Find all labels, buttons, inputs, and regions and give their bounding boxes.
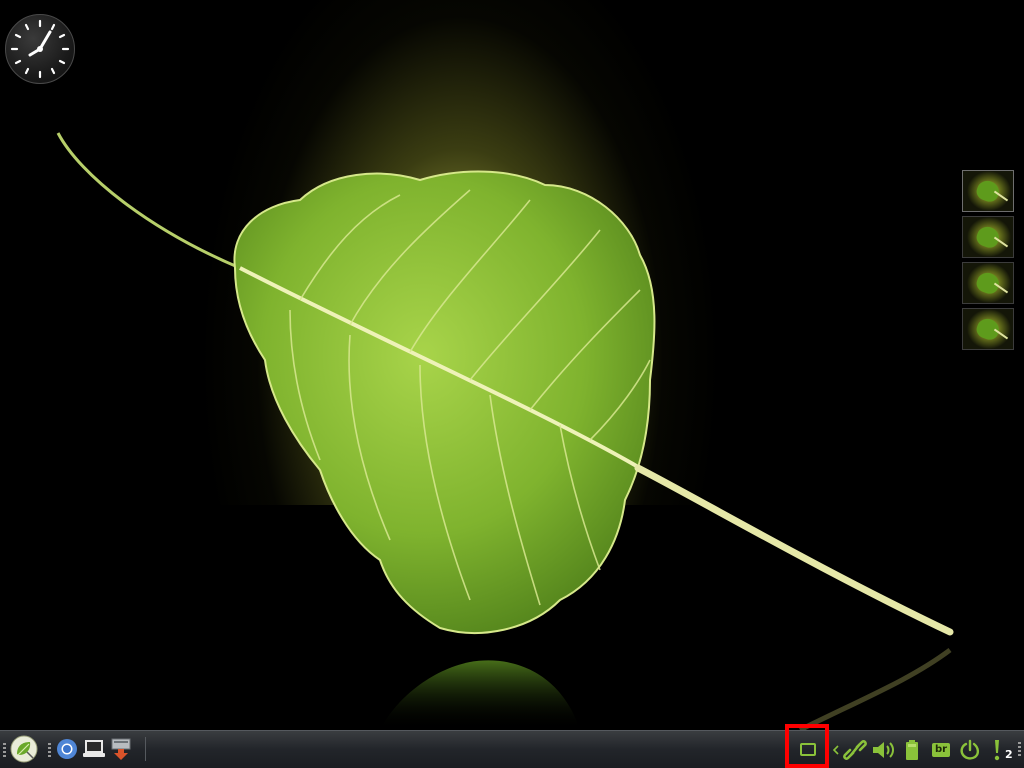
chromium-icon (57, 739, 77, 759)
workspace-4-thumbnail[interactable] (962, 308, 1014, 350)
speaker-icon (873, 742, 894, 758)
battery-tray-button[interactable] (902, 738, 922, 762)
desktop[interactable] (0, 0, 1024, 730)
leaf-logo-icon (10, 735, 38, 763)
taskbar-grip-right[interactable] (1018, 742, 1021, 756)
volume-tray-button[interactable] (870, 738, 898, 762)
show-desktop-button[interactable] (795, 738, 821, 762)
power-tray-button[interactable] (958, 738, 982, 762)
link-icon (843, 740, 867, 760)
clock-widget[interactable] (5, 14, 75, 84)
workspace-1-thumbnail[interactable] (962, 170, 1014, 212)
exclamation-icon (994, 740, 1000, 761)
file-manager-launcher[interactable] (80, 735, 108, 763)
taskbar-grip-left[interactable] (3, 743, 6, 757)
workspace-2-thumbnail[interactable] (962, 216, 1014, 258)
notifications-tray-button[interactable] (990, 738, 1004, 762)
laptop-icon (83, 740, 105, 757)
keyboard-layout-button[interactable]: br (928, 738, 954, 762)
battery-icon (906, 740, 918, 760)
tray-expand-button[interactable] (831, 738, 841, 762)
taskbar-grip-launchers[interactable] (48, 743, 51, 757)
workspace-3-thumbnail[interactable] (962, 262, 1014, 304)
analog-clock-icon (10, 19, 70, 79)
download-icon (111, 738, 131, 760)
power-icon (960, 739, 980, 760)
keyboard-layout-label: br (931, 743, 951, 757)
chevron-left-icon (832, 745, 839, 755)
software-install-launcher[interactable] (107, 735, 135, 763)
show-desktop-icon (800, 743, 816, 756)
network-tray-button[interactable] (842, 738, 868, 762)
taskbar-separator (145, 737, 146, 761)
notification-count-badge: 2 (1005, 748, 1013, 761)
start-menu-button[interactable] (10, 735, 38, 763)
workspace-pager (962, 170, 1016, 354)
wallpaper-leaf (56, 132, 954, 730)
chromium-launcher[interactable] (53, 735, 81, 763)
